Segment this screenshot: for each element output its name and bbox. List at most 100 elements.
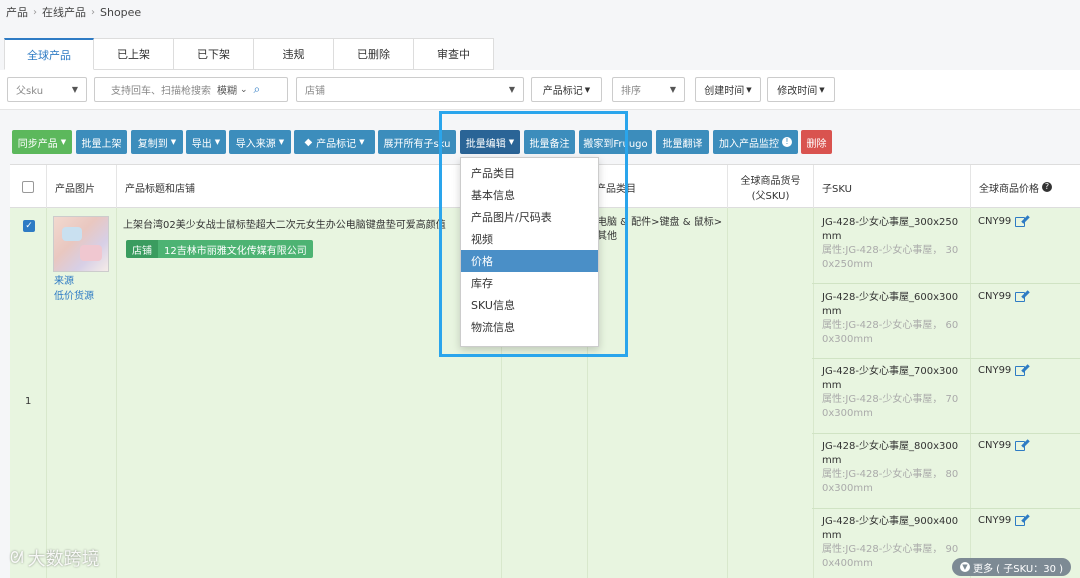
select-all-cell xyxy=(10,165,46,209)
breadcrumb-online-products[interactable]: 在线产品 xyxy=(42,4,86,20)
sku-name-line2: mm xyxy=(822,231,842,242)
caret-down-icon: ▼ xyxy=(71,85,78,94)
sku-divider xyxy=(812,358,1080,359)
move-to-fruugo-button[interactable]: 搬家到Fruugo xyxy=(579,130,652,154)
sync-products-button[interactable]: 同步产品 ▼ xyxy=(12,130,72,154)
sku-attr-line2: 0x250mm xyxy=(822,259,873,270)
caret-down-icon: ▼ xyxy=(819,85,825,94)
divider xyxy=(46,208,47,578)
sku-name-line2: mm xyxy=(822,455,842,466)
menu-item-basic-info[interactable]: 基本信息 xyxy=(461,184,598,206)
select-all-checkbox[interactable] xyxy=(22,181,34,193)
created-time-sort[interactable]: 创建时间 ▼ xyxy=(695,77,761,102)
breadcrumb: 产品 › 在线产品 › Shopee xyxy=(6,4,141,20)
product-tag-button[interactable]: ◆ 产品标记 ▼ xyxy=(294,130,375,154)
source-link[interactable]: 来源 xyxy=(54,272,74,287)
shop-select[interactable]: 店铺 ▼ xyxy=(296,77,524,102)
bulk-edit-button[interactable]: 批量编辑 ▼ xyxy=(460,130,520,154)
export-label: 导出 xyxy=(191,138,212,150)
search-icon[interactable]: ⌕ xyxy=(254,82,261,97)
thumbnail-shape xyxy=(80,245,102,261)
delete-button[interactable]: 删除 xyxy=(801,130,832,154)
product-thumbnail[interactable] xyxy=(53,216,109,272)
sku-name-line1: JG-428-少女心事屋_800x300 xyxy=(822,441,959,452)
divider xyxy=(727,208,728,578)
import-source-button[interactable]: 导入来源 ▼ xyxy=(229,130,291,154)
watermark-text: 大数跨境 xyxy=(27,549,100,570)
add-monitor-button[interactable]: 加入产品监控! xyxy=(713,130,798,154)
sku-name-line1: JG-428-少女心事屋_900x400 xyxy=(822,516,959,527)
global-sku-header-line1: 全球商品货号 xyxy=(740,176,801,187)
menu-item-logistics[interactable]: 物流信息 xyxy=(461,316,598,338)
expand-sku-label: 展开所有子sku xyxy=(383,138,451,150)
caret-down-icon: ▼ xyxy=(60,138,67,146)
edit-icon[interactable] xyxy=(1015,365,1026,376)
add-monitor-label: 加入产品监控 xyxy=(719,138,779,150)
caret-down-icon: ▼ xyxy=(170,138,177,146)
bulk-edit-label: 批量编辑 xyxy=(465,138,506,150)
edit-icon[interactable] xyxy=(1015,216,1026,227)
menu-item-images-size-chart[interactable]: 产品图片/尺码表 xyxy=(461,206,598,228)
tab-under-review[interactable]: 审查中 xyxy=(414,38,494,70)
copy-to-label: 复制到 xyxy=(137,138,168,150)
sku-price-value: CNY99 xyxy=(978,440,1012,451)
sku-name-line1: JG-428-少女心事屋_700x300 xyxy=(822,366,959,377)
caret-down-icon: ▼ xyxy=(278,138,285,146)
export-button[interactable]: 导出 ▼ xyxy=(186,130,226,154)
row-checkbox[interactable]: ✓ xyxy=(23,220,35,232)
sku-name-line2: mm xyxy=(822,306,842,317)
edit-icon[interactable] xyxy=(1015,515,1026,526)
parent-sku-select[interactable]: 父sku ▼ xyxy=(7,77,87,102)
bulk-note-button[interactable]: 批量备注 xyxy=(524,130,575,154)
col-global-sku: 全球商品货号 (父SKU) xyxy=(727,165,813,209)
import-source-label: 导入来源 xyxy=(235,138,276,150)
parent-sku-label: 父sku xyxy=(16,86,44,97)
product-tag-label: 产品标记 xyxy=(316,138,357,150)
sku-price-value: CNY99 xyxy=(978,515,1012,526)
sku-name-line2: mm xyxy=(822,380,842,391)
product-tag-filter[interactable]: 产品标记 ▼ xyxy=(531,77,602,102)
tab-deleted[interactable]: 已删除 xyxy=(334,38,414,70)
edit-icon[interactable] xyxy=(1015,291,1026,302)
caret-down-icon: ▼ xyxy=(669,85,676,94)
sort-select[interactable]: 排序 ▼ xyxy=(612,77,685,102)
bulk-note-label: 批量备注 xyxy=(529,138,570,150)
breadcrumb-products[interactable]: 产品 xyxy=(6,4,28,20)
sku-attr-line1: 属性:JG-428-少女心事屋， 70 xyxy=(822,394,959,405)
copy-to-button[interactable]: 复制到 ▼ xyxy=(131,130,183,154)
watermark-logo-icon: ᘛ xyxy=(10,548,24,567)
edit-icon[interactable] xyxy=(1015,440,1026,451)
sku-divider xyxy=(812,508,1080,509)
info-icon: ! xyxy=(782,137,792,147)
tab-violation[interactable]: 违规 xyxy=(254,38,334,70)
search-input[interactable]: 支持回车、扫描枪搜索 模糊 ⌄ ⌕ xyxy=(94,77,288,102)
menu-item-price[interactable]: 价格 xyxy=(461,250,598,272)
modified-time-sort[interactable]: 修改时间 ▼ xyxy=(767,77,835,102)
low-price-source-link[interactable]: 低价货源 xyxy=(54,287,94,302)
menu-item-stock[interactable]: 库存 xyxy=(461,272,598,294)
more-sku-button[interactable]: ▼ 更多 ( 子SKU：30 ) xyxy=(952,558,1072,576)
help-icon[interactable]: ? xyxy=(1042,182,1052,192)
menu-item-category[interactable]: 产品类目 xyxy=(461,162,598,184)
breadcrumb-shopee: Shopee xyxy=(100,5,142,19)
sku-name-line1: JG-428-少女心事屋_300x250 xyxy=(822,217,959,228)
col-image: 产品图片 xyxy=(46,165,116,209)
expand-all-sku-button[interactable]: 展开所有子sku xyxy=(378,130,456,154)
tag-icon: ◆ xyxy=(304,136,313,148)
shop-label: 店铺 xyxy=(305,86,325,97)
bulk-list-button[interactable]: 批量上架 xyxy=(76,130,127,154)
tab-unlisted[interactable]: 已下架 xyxy=(174,38,254,70)
tab-global-products[interactable]: 全球产品 xyxy=(4,38,94,70)
col-child-sku: 子SKU xyxy=(813,165,970,209)
fuzzy-select[interactable]: 模糊 xyxy=(217,82,237,97)
sku-attr-line1: 属性:JG-428-少女心事屋， 90 xyxy=(822,544,959,555)
filter-bar: 父sku ▼ 支持回车、扫描枪搜索 模糊 ⌄ ⌕ 店铺 ▼ 产品标记 ▼ 排序 ▼… xyxy=(0,70,1080,110)
menu-item-sku-info[interactable]: SKU信息 xyxy=(461,294,598,316)
bulk-list-label: 批量上架 xyxy=(81,138,122,150)
shop-badge-label: 店铺 xyxy=(126,240,158,258)
tab-listed[interactable]: 已上架 xyxy=(94,38,174,70)
bulk-translate-button[interactable]: 批量翻译 xyxy=(656,130,709,154)
global-price-header: 全球商品价格 xyxy=(979,183,1039,195)
product-title[interactable]: 上架台湾02美少女战士鼠标垫超大二次元女生办公电脑键盘垫可爱高颜值 xyxy=(123,216,478,231)
menu-item-video[interactable]: 视频 xyxy=(461,228,598,250)
